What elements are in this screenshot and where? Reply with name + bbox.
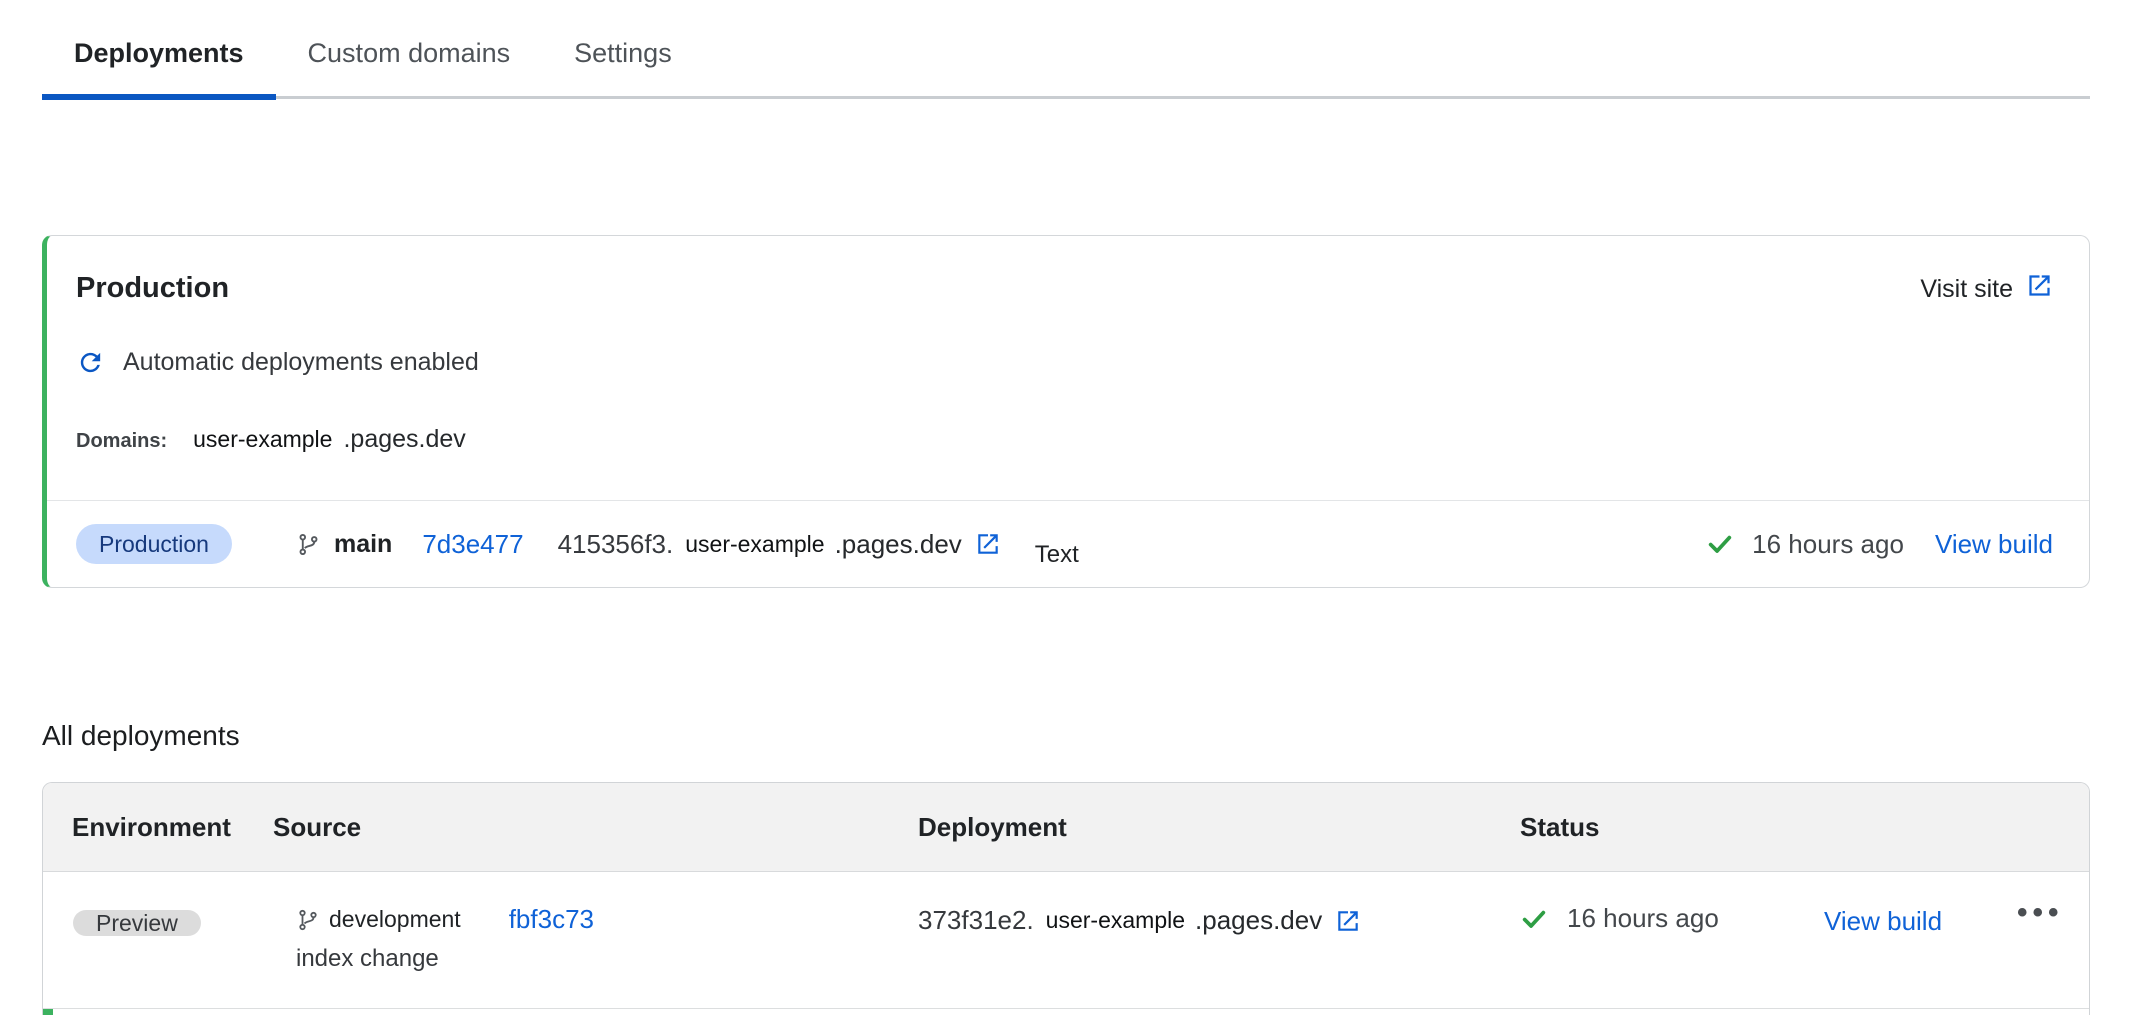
tab-settings[interactable]: Settings [542,38,704,96]
deployments-table: Environment Source Deployment Status Pre… [42,782,2090,1015]
all-deployments-heading: All deployments [42,720,2132,752]
table-header-row: Environment Source Deployment Status [43,783,2089,872]
external-link-icon [2026,272,2053,306]
deployment-url-name: user-example [1046,907,1185,934]
next-row-peek [43,1009,2089,1015]
deployment-url-suffix: .pages.dev [835,529,962,560]
check-icon [1520,905,1548,933]
refresh-icon [76,348,105,377]
git-branch-icon [296,908,320,932]
production-deployment-row: Production main 7d3e477 415356f3. user-e… [47,500,2089,587]
table-row: Preview development fbf3c73 index change… [43,872,2089,1009]
commit-sha-link[interactable]: 7d3e477 [422,529,523,560]
visit-site-link[interactable]: Visit site [1920,272,2053,306]
deployment-url-name: user-example [685,531,824,558]
deployment-url-link[interactable]: 415356f3. user-example .pages.dev [558,529,1001,560]
domains-label: Domains: [76,430,167,453]
deployment-url-suffix: .pages.dev [1195,905,1322,936]
visit-site-label: Visit site [1920,275,2013,304]
column-header-status: Status [1520,812,1824,843]
commit-message: Text [1035,541,1079,569]
commit-sha-link[interactable]: fbf3c73 [509,904,594,935]
branch-name: main [334,530,392,559]
git-branch-icon [296,532,321,557]
column-header-environment: Environment [43,812,273,843]
external-link-icon [1335,908,1361,934]
view-build-link[interactable]: View build [1935,529,2053,560]
tab-bar: Deployments Custom domains Settings [42,0,2090,99]
production-card: Production Visit site Automatic deployme… [42,235,2090,588]
tab-custom-domains[interactable]: Custom domains [276,38,543,96]
branch-name: development [329,906,461,933]
check-icon [1706,530,1734,558]
column-header-source: Source [273,812,918,843]
environment-badge-preview: Preview [73,910,201,936]
next-row-accent [43,1009,53,1015]
production-card-body: Production Visit site Automatic deployme… [47,236,2089,454]
external-link-icon [975,531,1001,557]
deployment-url-prefix: 373f31e2. [918,905,1034,936]
tab-deployments[interactable]: Deployments [42,38,276,96]
automatic-deployments-text: Automatic deployments enabled [123,348,479,377]
domain-name: user-example [193,426,332,453]
view-build-link[interactable]: View build [1824,906,1942,936]
deployment-url-prefix: 415356f3. [558,529,674,560]
domain-suffix: .pages.dev [343,425,465,454]
deployment-time: 16 hours ago [1752,529,1904,560]
deployment-time: 16 hours ago [1567,903,1719,934]
deployment-url-link[interactable]: 373f31e2. user-example .pages.dev [918,905,1520,936]
commit-message: index change [273,945,918,973]
environment-badge-production: Production [76,524,232,564]
production-title: Production [76,272,229,305]
more-options-icon[interactable]: ••• [2017,896,2064,929]
column-header-deployment: Deployment [918,812,1520,843]
